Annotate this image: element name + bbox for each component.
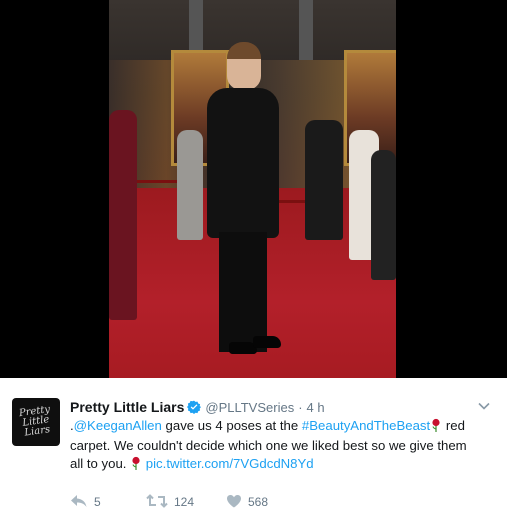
like-count: 568 (248, 495, 269, 509)
display-name[interactable]: Pretty Little Liars (70, 399, 184, 415)
timestamp[interactable]: 4 h (307, 400, 325, 415)
text-part1: gave us 4 poses at the (161, 418, 302, 433)
rose-icon (430, 418, 442, 437)
tweet-card: Pretty Little Liars Pretty Little Liars … (0, 378, 507, 523)
reply-icon (70, 494, 94, 511)
reply-count: 5 (94, 495, 101, 509)
tweet-actions: 5 124 568 (70, 493, 306, 511)
verified-icon (187, 400, 202, 414)
reply-button[interactable]: 5 (70, 494, 146, 511)
photo-bg-person (305, 120, 343, 240)
avatar-logo: Pretty Little Liars (18, 403, 51, 439)
mention-link[interactable]: @KeeganAllen (74, 418, 162, 433)
heart-icon (226, 494, 248, 511)
chevron-down-icon[interactable] (477, 399, 491, 413)
avatar[interactable]: Pretty Little Liars (12, 398, 60, 446)
tweet-header: Pretty Little Liars @PLLTVSeries · 4 h (70, 398, 325, 416)
red-carpet-photo[interactable] (109, 0, 396, 378)
separator-dot: · (298, 399, 303, 415)
rose-icon (130, 456, 142, 475)
photo-bg-person (371, 150, 396, 280)
photo-pillar (299, 0, 313, 60)
handle[interactable]: @PLLTVSeries (205, 400, 294, 415)
hashtag-link[interactable]: #BeautyAndTheBeast (302, 418, 430, 433)
like-button[interactable]: 568 (226, 494, 306, 511)
tweet-media[interactable] (0, 0, 507, 378)
pic-link[interactable]: pic.twitter.com/7VGdcdN8Yd (146, 456, 314, 471)
retweet-icon (146, 493, 174, 511)
photo-subject (197, 42, 289, 357)
tweet-text: .@KeeganAllen gave us 4 poses at the #Be… (70, 417, 482, 475)
photo-bg-person (109, 110, 137, 320)
retweet-count: 124 (174, 495, 195, 509)
retweet-button[interactable]: 124 (146, 493, 226, 511)
